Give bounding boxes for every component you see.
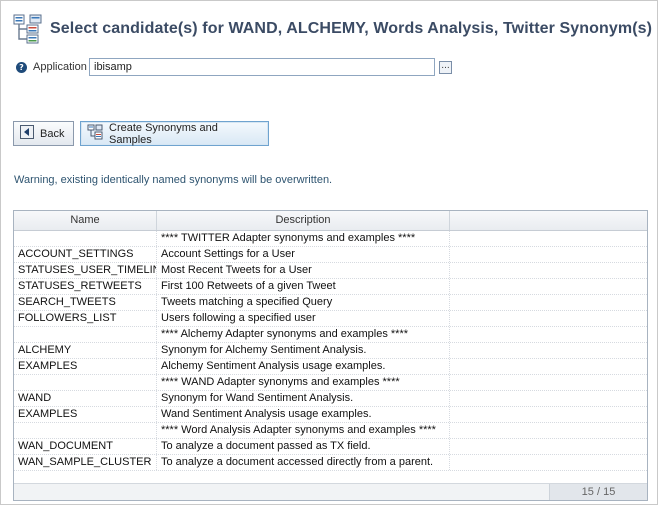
table-row[interactable]: WAN_SAMPLE_CLUSTER To analyze a document … — [14, 455, 647, 471]
row-description: Tweets matching a specified Query — [157, 295, 450, 310]
row-name: STATUSES_USER_TIMELINE — [14, 263, 157, 278]
column-header-name[interactable]: Name — [14, 211, 157, 230]
row-description: Most Recent Tweets for a User — [157, 263, 450, 278]
table-row[interactable]: **** Word Analysis Adapter synonyms and … — [14, 423, 647, 439]
table-row[interactable]: SEARCH_TWEETS Tweets matching a specified… — [14, 295, 647, 311]
table-row[interactable]: EXAMPLES Wand Sentiment Analysis usage ex… — [14, 407, 647, 423]
table-row[interactable]: WAN_DOCUMENT To analyze a document passed… — [14, 439, 647, 455]
grid-header: Name Description — [14, 211, 647, 231]
browse-button[interactable]: ... — [439, 60, 452, 74]
back-button[interactable]: Back — [13, 121, 74, 146]
table-row[interactable]: **** WAND Adapter synonyms and examples … — [14, 375, 647, 391]
back-button-label: Back — [40, 127, 65, 140]
row-name: WAN_SAMPLE_CLUSTER — [14, 455, 157, 470]
page-header: Select candidate(s) for WAND, ALCHEMY, W… — [12, 11, 652, 47]
column-header-filler — [450, 211, 647, 230]
back-arrow-icon — [20, 125, 34, 142]
row-name: FOLLOWERS_LIST — [14, 311, 157, 326]
table-row[interactable]: **** TWITTER Adapter synonyms and exampl… — [14, 231, 647, 247]
application-input[interactable] — [89, 58, 435, 76]
row-name — [14, 423, 157, 438]
row-name — [14, 375, 157, 390]
application-row: ? Application ... — [16, 56, 452, 78]
table-row[interactable]: ACCOUNT_SETTINGS Account Settings for a U… — [14, 247, 647, 263]
row-name: SEARCH_TWEETS — [14, 295, 157, 310]
column-header-description[interactable]: Description — [157, 211, 450, 230]
row-description: **** Word Analysis Adapter synonyms and … — [157, 423, 450, 438]
table-row[interactable]: WAND Synonym for Wand Sentiment Analysis. — [14, 391, 647, 407]
row-name: ALCHEMY — [14, 343, 157, 358]
overwrite-warning: Warning, existing identically named syno… — [14, 174, 333, 186]
table-row[interactable]: ALCHEMY Synonym for Alchemy Sentiment Ana… — [14, 343, 647, 359]
row-description: Alchemy Sentiment Analysis usage example… — [157, 359, 450, 374]
grid-footer: 15 / 15 — [14, 483, 647, 500]
row-name: WAN_DOCUMENT — [14, 439, 157, 454]
page-title: Select candidate(s) for WAND, ALCHEMY, W… — [50, 20, 653, 37]
row-description: Synonym for Alchemy Sentiment Analysis. — [157, 343, 450, 358]
row-name: WAND — [14, 391, 157, 406]
row-name — [14, 231, 157, 246]
row-description: Account Settings for a User — [157, 247, 450, 262]
row-name — [14, 327, 157, 342]
grid-body: **** TWITTER Adapter synonyms and exampl… — [14, 231, 647, 471]
pager-status: 15 / 15 — [549, 484, 647, 500]
row-description: To analyze a document passed as TX field… — [157, 439, 450, 454]
row-description: **** WAND Adapter synonyms and examples … — [157, 375, 450, 390]
help-icon[interactable]: ? — [16, 61, 27, 73]
row-name: EXAMPLES — [14, 407, 157, 422]
synonym-tree-icon — [12, 13, 44, 45]
candidates-grid: Name Description **** TWITTER Adapter sy… — [13, 210, 648, 501]
row-description: Synonym for Wand Sentiment Analysis. — [157, 391, 450, 406]
create-synonyms-icon — [87, 124, 103, 143]
table-row[interactable]: STATUSES_RETWEETS First 100 Retweets of a… — [14, 279, 647, 295]
table-row[interactable]: **** Alchemy Adapter synonyms and exampl… — [14, 327, 647, 343]
application-label: Application — [33, 61, 87, 73]
row-description: Wand Sentiment Analysis usage examples. — [157, 407, 450, 422]
table-row[interactable]: FOLLOWERS_LIST Users following a specifie… — [14, 311, 647, 327]
row-description: Users following a specified user — [157, 311, 450, 326]
row-name: EXAMPLES — [14, 359, 157, 374]
row-description: **** TWITTER Adapter synonyms and exampl… — [157, 231, 450, 246]
table-row[interactable]: STATUSES_USER_TIMELINE Most Recent Tweets… — [14, 263, 647, 279]
row-name: STATUSES_RETWEETS — [14, 279, 157, 294]
row-description: First 100 Retweets of a given Tweet — [157, 279, 450, 294]
table-row[interactable]: EXAMPLES Alchemy Sentiment Analysis usage… — [14, 359, 647, 375]
row-name: ACCOUNT_SETTINGS — [14, 247, 157, 262]
create-synonyms-button[interactable]: Create Synonyms and Samples — [80, 121, 269, 146]
create-synonyms-label: Create Synonyms and Samples — [109, 121, 218, 146]
row-description: **** Alchemy Adapter synonyms and exampl… — [157, 327, 450, 342]
row-description: To analyze a document accessed directly … — [157, 455, 450, 470]
